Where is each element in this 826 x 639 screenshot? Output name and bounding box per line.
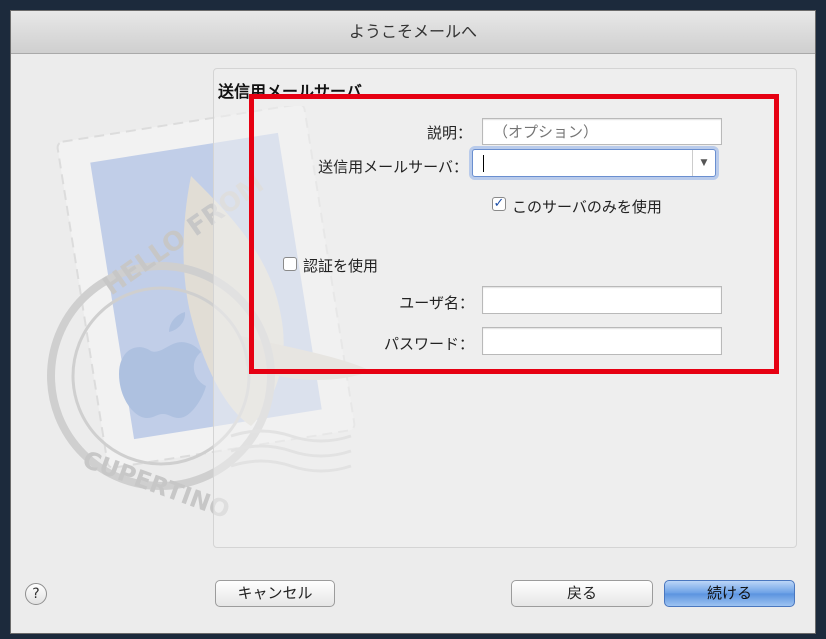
smtp-server-label: 送信用メールサーバ： bbox=[318, 158, 468, 176]
description-label: 説明： bbox=[426, 124, 472, 142]
checkmark-icon: ✓ bbox=[493, 196, 505, 211]
help-button[interactable]: ? bbox=[25, 583, 47, 605]
password-label: パスワード： bbox=[383, 335, 474, 353]
username-label: ユーザ名： bbox=[399, 294, 474, 312]
window-title: ようこそメールへ bbox=[11, 11, 815, 54]
back-button[interactable]: 戻る bbox=[511, 580, 653, 607]
chevron-down-icon[interactable]: ▼ bbox=[692, 150, 715, 176]
continue-button[interactable]: 続ける bbox=[664, 580, 795, 607]
cancel-button[interactable]: キャンセル bbox=[215, 580, 335, 607]
description-field[interactable] bbox=[482, 118, 722, 145]
password-field[interactable] bbox=[482, 327, 722, 355]
smtp-server-combobox[interactable]: ▼ bbox=[472, 149, 716, 177]
only-this-server-checkbox[interactable]: ✓ bbox=[492, 197, 506, 211]
use-auth-label: 認証を使用 bbox=[303, 257, 379, 275]
username-field[interactable] bbox=[482, 286, 722, 314]
text-caret bbox=[483, 155, 484, 172]
only-this-server-label: このサーバのみを使用 bbox=[512, 198, 662, 216]
use-auth-checkbox[interactable] bbox=[283, 257, 297, 271]
